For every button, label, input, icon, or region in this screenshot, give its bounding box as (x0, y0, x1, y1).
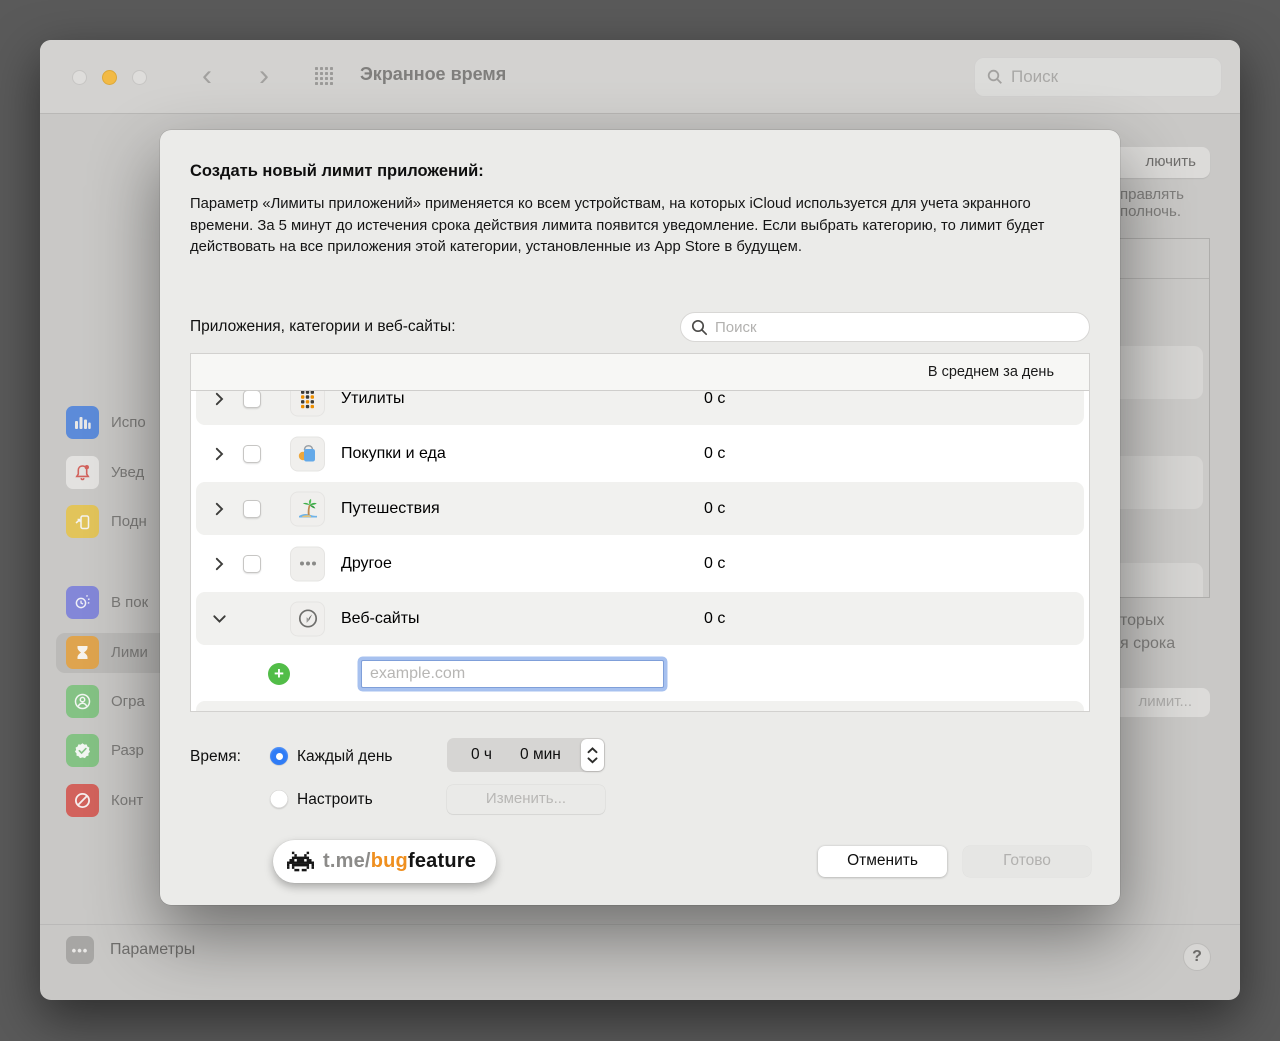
custom-radio[interactable] (270, 790, 288, 808)
category-checkbox[interactable] (243, 554, 261, 573)
screen-time-window: лючить правлять полночь. торых я срока л… (40, 40, 1240, 1000)
new-app-limit-dialog: Создать новый лимит приложений: Параметр… (160, 130, 1120, 905)
list-label: Приложения, категории и веб-сайты: (190, 318, 456, 335)
utilities-icon (290, 391, 325, 416)
badge-bug: bug (370, 850, 408, 872)
category-checkbox[interactable] (243, 499, 261, 518)
category-time-value: 0 с (704, 499, 726, 517)
minutes-value: 0 мин (520, 746, 561, 763)
background-text-line: полночь. (1120, 203, 1181, 220)
table-row[interactable]: Покупки и еда 0 с (191, 426, 1089, 481)
search-icon (691, 319, 708, 336)
every-day-label[interactable]: Каждый день (297, 748, 392, 766)
chevron-down-icon[interactable] (211, 611, 227, 627)
next-row-sliver (196, 701, 1084, 711)
category-label: Другое (341, 554, 392, 572)
stepper-arrows[interactable] (581, 739, 604, 771)
dialog-title: Создать новый лимит приложений: (190, 162, 484, 180)
chevron-right-icon[interactable] (211, 391, 227, 407)
badge-prefix: t.me/ (323, 850, 371, 872)
pixel-bug-icon (287, 851, 314, 872)
dialog-search[interactable] (680, 312, 1090, 342)
category-time-value: 0 с (704, 391, 726, 407)
table-row[interactable]: Другое 0 с (191, 536, 1089, 591)
every-day-radio[interactable] (270, 747, 288, 765)
table-scroll-area[interactable]: Утилиты 0 с Покупки и еда 0 с Путешестви… (191, 391, 1089, 711)
category-checkbox[interactable] (243, 444, 261, 463)
chevron-right-icon[interactable] (211, 446, 227, 462)
shopping-bag-icon (290, 436, 325, 471)
category-checkbox[interactable] (243, 391, 261, 408)
dialog-description: Параметр «Лимиты приложений» применяется… (190, 196, 1045, 255)
category-label: Путешествия (341, 499, 440, 517)
background-text-line: торых (1120, 612, 1165, 629)
category-time-value: 0 с (704, 609, 726, 627)
category-label: Покупки и еда (341, 444, 446, 462)
category-label: Веб-сайты (341, 609, 420, 627)
table-row[interactable]: Путешествия 0 с (191, 481, 1089, 536)
add-website-button[interactable]: + (268, 662, 290, 685)
table-header-label: В среднем за день (927, 364, 1054, 380)
done-button: Готово (963, 846, 1091, 877)
time-stepper[interactable]: 0 ч 0 мин (447, 738, 605, 772)
table-row[interactable]: Утилиты 0 с (191, 391, 1089, 426)
time-label: Время: (190, 748, 241, 765)
cancel-button[interactable]: Отменить (818, 846, 947, 877)
chevron-right-icon[interactable] (211, 556, 227, 572)
category-label: Утилиты (341, 391, 405, 407)
categories-table: В среднем за день Утилиты 0 с Покупки и … (190, 353, 1090, 712)
category-time-value: 0 с (704, 444, 726, 462)
table-header: В среднем за день (191, 354, 1089, 391)
palm-tree-icon (290, 491, 325, 526)
category-time-value: 0 с (704, 554, 726, 572)
edit-schedule-button: Изменить... (447, 785, 605, 814)
compass-icon (290, 601, 325, 636)
website-input-row: + (191, 646, 1089, 701)
telegram-badge[interactable]: t.me/bugfeature (273, 840, 497, 883)
dialog-search-input[interactable] (715, 318, 1079, 336)
other-ellipsis-icon (290, 546, 325, 581)
badge-feature: feature (407, 850, 477, 872)
background-text-line: правлять (1120, 186, 1184, 203)
custom-label[interactable]: Настроить (297, 791, 373, 809)
chevron-right-icon[interactable] (211, 501, 227, 517)
hours-value: 0 ч (471, 746, 493, 763)
background-text-line: я срока (1120, 635, 1176, 652)
website-url-input[interactable] (361, 659, 664, 688)
table-row-websites[interactable]: Веб-сайты 0 с (191, 591, 1089, 646)
